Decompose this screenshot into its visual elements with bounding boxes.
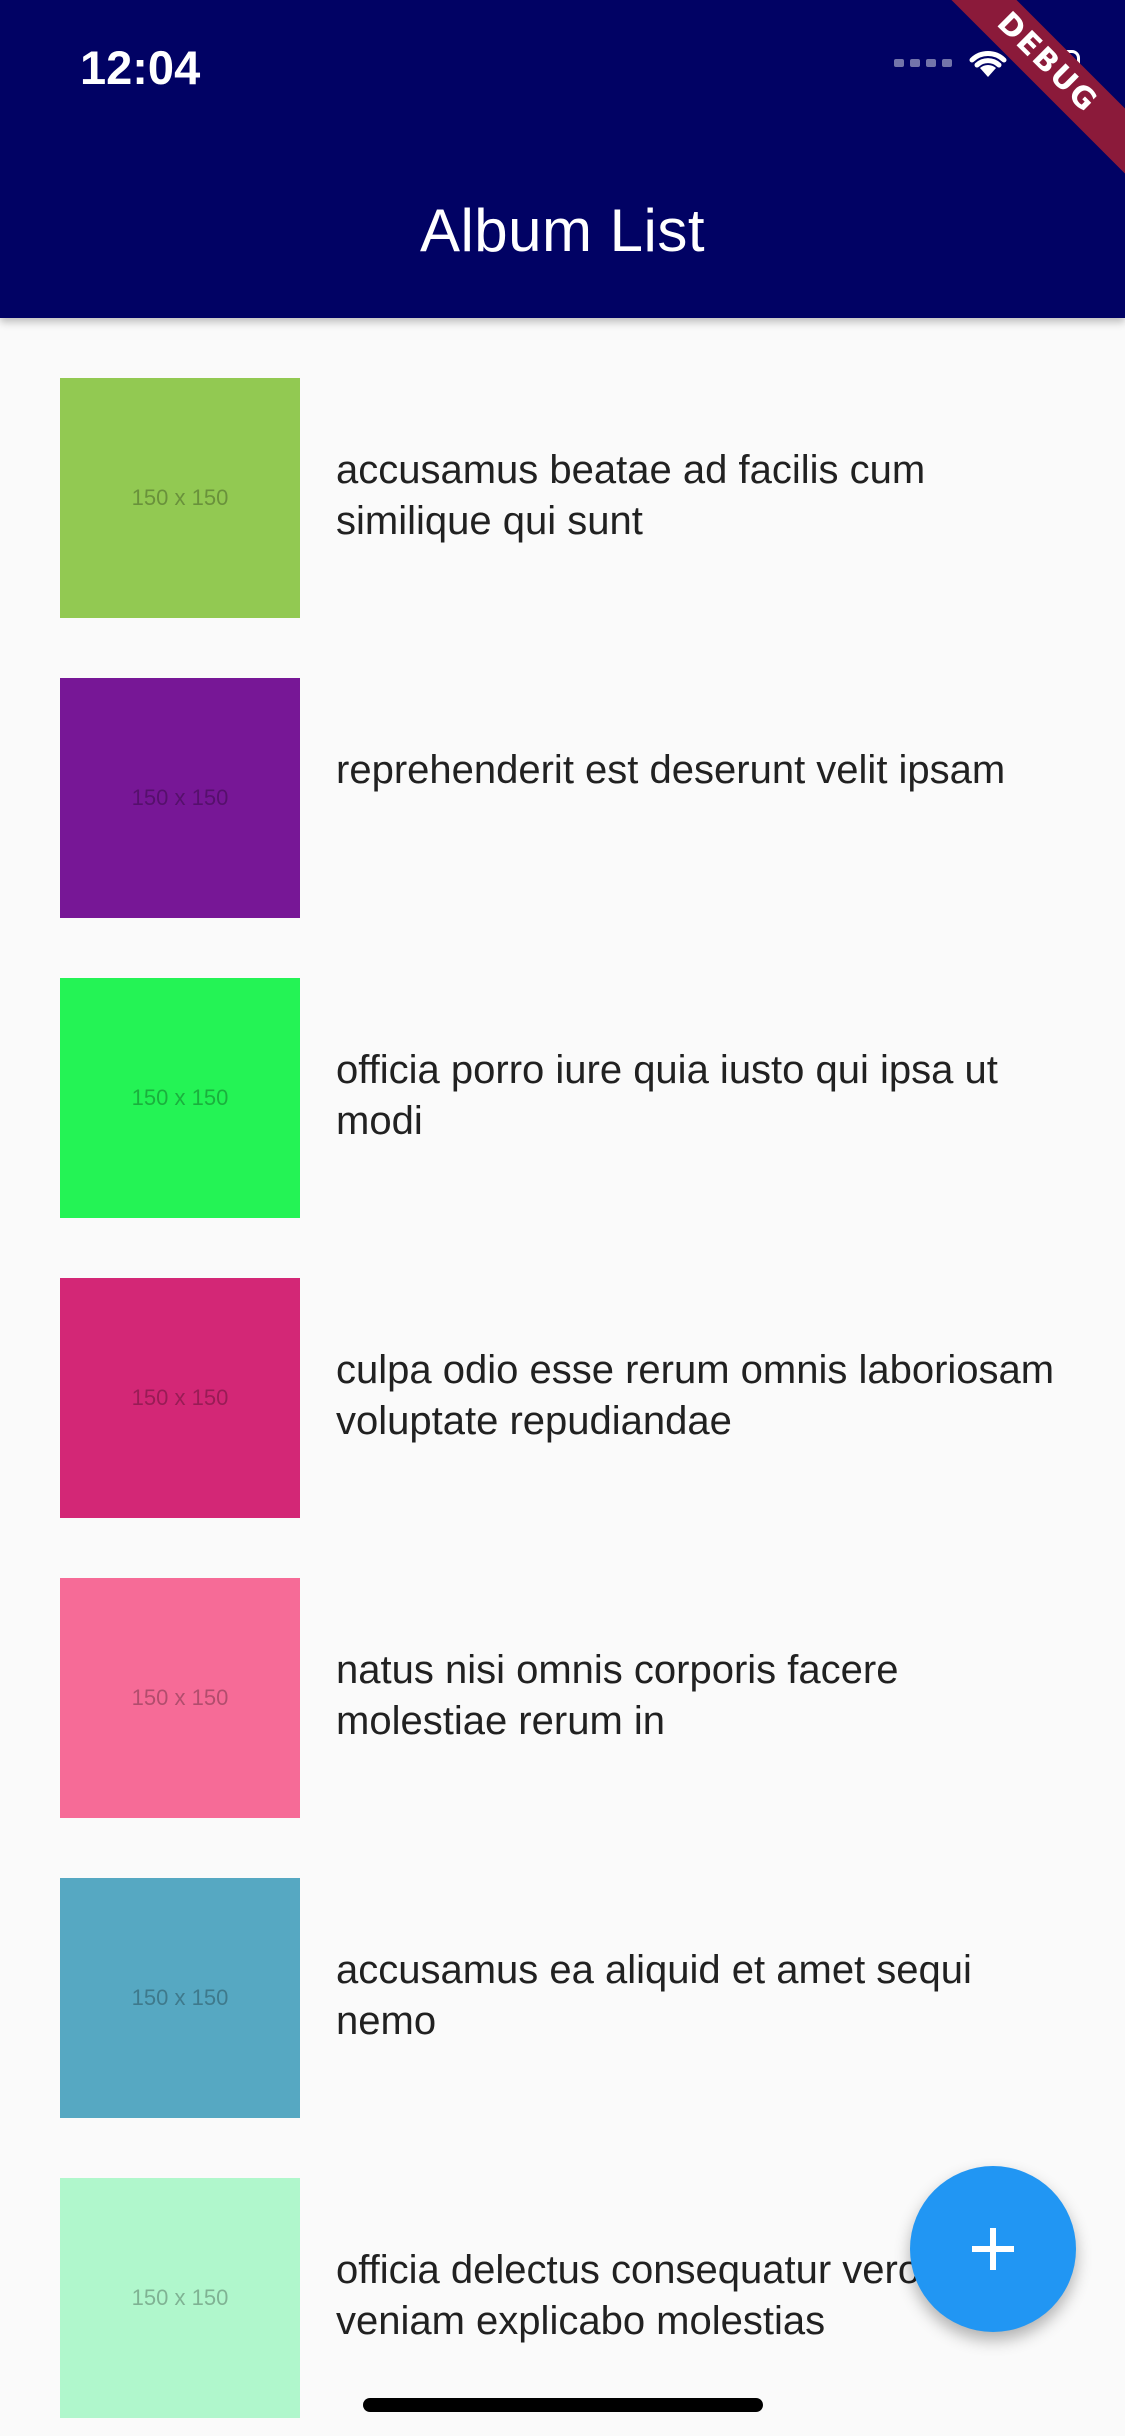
album-title: culpa odio esse rerum omnis laboriosam v… (336, 1348, 1055, 1443)
album-thumbnail: 150 x 150 (60, 1878, 300, 2118)
album-thumbnail: 150 x 150 (60, 2178, 300, 2418)
home-indicator[interactable] (363, 2398, 763, 2412)
album-thumbnail-label: 150 x 150 (131, 2285, 229, 2310)
album-title: accusamus ea aliquid et amet sequi nemo (336, 1948, 972, 2043)
cellular-signal-icon (894, 59, 952, 67)
album-thumbnail-label: 150 x 150 (131, 485, 229, 510)
album-thumbnail-label: 150 x 150 (131, 1385, 229, 1410)
album-title: accusamus beatae ad facilis cum similiqu… (336, 448, 926, 543)
album-title: natus nisi omnis corporis facere molesti… (336, 1648, 899, 1743)
album-title: reprehenderit est deserunt velit ipsam (336, 748, 1006, 792)
app-bar: 12:04 Album List (0, 0, 1125, 318)
album-list-item[interactable]: 150 x 150 officia porro iure quia iusto … (0, 918, 1125, 1218)
album-thumbnail-label: 150 x 150 (131, 785, 229, 810)
album-thumbnail: 150 x 150 (60, 678, 300, 918)
album-thumbnail: 150 x 150 (60, 378, 300, 618)
album-list-item[interactable]: 150 x 150 accusamus beatae ad facilis cu… (0, 318, 1125, 618)
album-list-item[interactable]: 150 x 150 natus nisi omnis corporis face… (0, 1518, 1125, 1818)
album-title: officia porro iure quia iusto qui ipsa u… (336, 1048, 998, 1143)
album-thumbnail-label: 150 x 150 (131, 1685, 229, 1710)
album-thumbnail: 150 x 150 (60, 978, 300, 1218)
page-title: Album List (419, 197, 706, 264)
album-list-item[interactable]: 150 x 150 reprehenderit est deserunt vel… (0, 618, 1125, 918)
album-thumbnail-label: 150 x 150 (131, 1985, 229, 2010)
add-album-button[interactable] (910, 2166, 1076, 2332)
status-bar-time: 12:04 (80, 41, 201, 94)
album-list-item[interactable]: 150 x 150 culpa odio esse rerum omnis la… (0, 1218, 1125, 1518)
album-list-item[interactable]: 150 x 150 accusamus ea aliquid et amet s… (0, 1818, 1125, 2118)
album-thumbnail-label: 150 x 150 (131, 1085, 229, 1110)
album-thumbnail: 150 x 150 (60, 1278, 300, 1518)
album-thumbnail: 150 x 150 (60, 1578, 300, 1818)
